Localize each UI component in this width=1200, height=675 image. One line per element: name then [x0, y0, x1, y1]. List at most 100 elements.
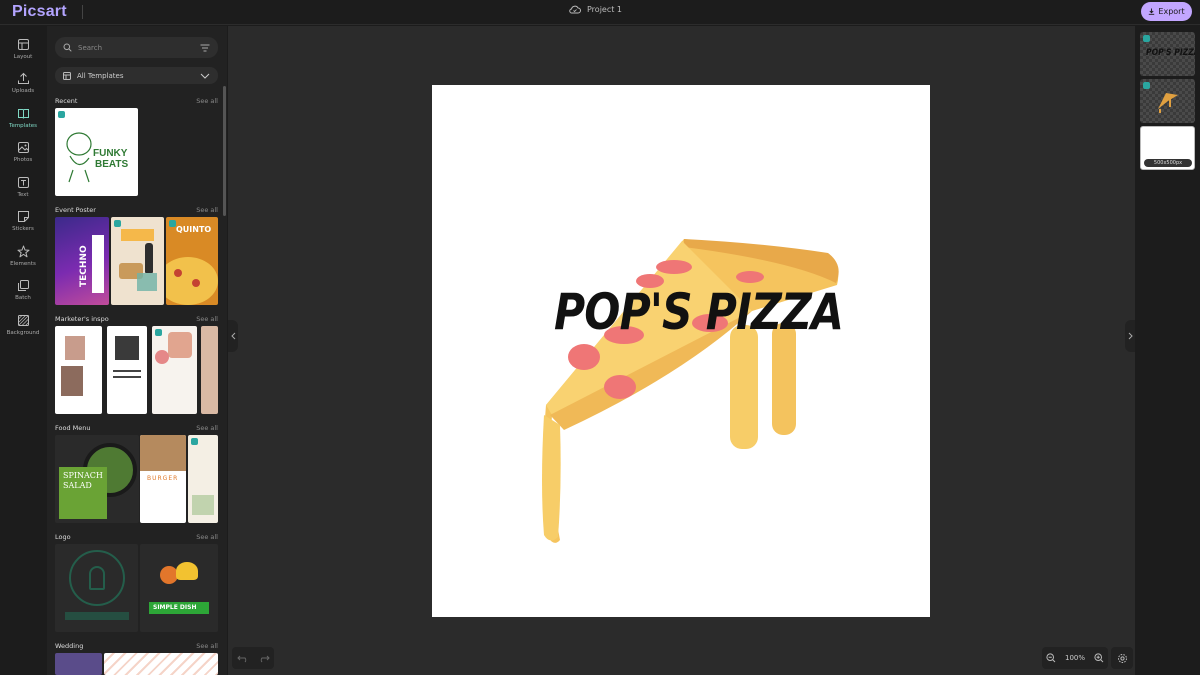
filter-icon[interactable] [200, 44, 210, 52]
layout-icon [17, 39, 29, 50]
section-event-poster-title: Event Poster [55, 206, 96, 214]
premium-badge-icon [114, 220, 121, 227]
premium-badge-icon [191, 438, 198, 445]
upload-icon [17, 72, 29, 84]
search-input[interactable]: Search [78, 44, 200, 52]
rail-templates[interactable]: Templates [0, 105, 46, 137]
template-green-logo[interactable] [55, 544, 138, 632]
template-marketing-2[interactable] [107, 326, 147, 414]
photo [65, 336, 85, 360]
layer-text[interactable]: POP'S PIZZA [1140, 32, 1195, 76]
see-all-recent[interactable]: See all [196, 97, 218, 105]
see-all-food-menu[interactable]: See all [196, 424, 218, 432]
chevron-down-icon [200, 73, 210, 79]
rail-elements[interactable]: Elements [0, 243, 46, 275]
zoom-in-icon[interactable] [1094, 653, 1104, 663]
see-all-wedding[interactable]: See all [196, 642, 218, 650]
background-icon [17, 315, 29, 326]
tool-rail: Layout Uploads Templates Photos Text Sti… [0, 26, 46, 675]
template-spinach-salad[interactable]: SPINACH SALAD [55, 435, 139, 523]
layer-text-preview: POP'S PIZZA [1146, 48, 1195, 58]
quinto-text: QUINTO [176, 225, 212, 234]
rail-label: Stickers [12, 226, 34, 232]
history-controls [232, 647, 274, 669]
canvas-settings-button[interactable] [1111, 647, 1133, 669]
rail-uploads[interactable]: Uploads [0, 70, 46, 102]
pizza-slice-graphic[interactable] [432, 85, 930, 617]
export-button[interactable]: Export [1141, 2, 1192, 21]
templates-icon [17, 109, 29, 119]
top-bar: Picsart Project 1 Export [0, 0, 1200, 25]
template-wedding-1[interactable] [55, 653, 102, 675]
template-quinto[interactable]: QUINTO [166, 217, 218, 305]
layers-panel: POP'S PIZZA 500x500px [1136, 26, 1200, 675]
photo [61, 366, 83, 396]
expand-layers-button[interactable] [1125, 320, 1135, 352]
zoom-level[interactable]: 100% [1065, 654, 1085, 662]
photos-icon [17, 142, 29, 153]
template-techno[interactable]: TECHNO [55, 217, 109, 305]
text-icon [17, 177, 29, 188]
logo-wordmark [65, 612, 129, 620]
template-marketing-1[interactable] [55, 326, 102, 414]
templates-icon [63, 71, 71, 80]
beats-text: BEATS [95, 159, 129, 170]
template-marketing-4[interactable] [201, 326, 218, 414]
section-wedding-title: Wedding [55, 642, 84, 650]
zoom-out-icon[interactable] [1046, 653, 1056, 663]
picsart-logo[interactable]: Picsart [12, 3, 67, 21]
rail-label: Batch [15, 295, 31, 301]
download-icon [1149, 8, 1155, 15]
rail-label: Layout [13, 54, 33, 60]
collapse-panel-button[interactable] [228, 320, 238, 352]
dish-shape [176, 562, 198, 580]
wine-banner [121, 229, 154, 241]
layer-background[interactable]: 500x500px [1140, 126, 1195, 170]
batch-icon [17, 280, 29, 291]
template-wedding-2[interactable] [104, 653, 218, 675]
chevron-left-icon [230, 332, 235, 340]
gear-icon [1117, 653, 1127, 663]
template-wine-poster[interactable] [111, 217, 164, 305]
rail-photos[interactable]: Photos [0, 139, 46, 171]
template-burger[interactable]: BURGER [140, 435, 186, 523]
premium-badge-icon [155, 329, 162, 336]
section-recent-title: Recent [55, 97, 78, 105]
project-title-area[interactable]: Project 1 [569, 5, 622, 14]
panel-scrollbar[interactable] [223, 86, 226, 216]
rail-label: Photos [13, 157, 33, 163]
decoration [155, 350, 169, 364]
simple-dish-text: SIMPLE DISH [153, 604, 197, 611]
layer-pizza-image[interactable] [1140, 79, 1195, 123]
cheese-board [137, 273, 157, 291]
redo-icon[interactable] [258, 654, 270, 663]
template-simple-dish[interactable]: SIMPLE DISH [140, 544, 218, 632]
rail-text[interactable]: Text [0, 174, 46, 206]
template-marketing-3[interactable] [152, 326, 197, 414]
see-all-logo[interactable]: See all [196, 533, 218, 541]
template-menu-3[interactable] [188, 435, 218, 523]
rail-stickers[interactable]: Stickers [0, 208, 46, 240]
cloud-icon [569, 5, 581, 14]
rail-label: Uploads [11, 88, 35, 94]
background-size-label: 500x500px [1144, 159, 1192, 167]
rail-layout[interactable]: Layout [0, 36, 46, 68]
category-dropdown[interactable]: All Templates [55, 67, 218, 84]
rail-label: Templates [9, 123, 37, 129]
pizza-headline[interactable]: POP'S PIZZA [554, 283, 844, 341]
rail-background[interactable]: Background [0, 312, 46, 344]
undo-icon[interactable] [236, 654, 249, 663]
pizza-thumbnail [1158, 93, 1178, 113]
template-funky-beats[interactable]: FUNKY BEATS [55, 108, 138, 196]
techno-text: TECHNO [79, 245, 89, 287]
rail-batch[interactable]: Batch [0, 277, 46, 309]
category-value: All Templates [77, 71, 124, 80]
see-all-marketers-inspo[interactable]: See all [196, 315, 218, 323]
rail-label: Elements [10, 261, 36, 267]
see-all-event-poster[interactable]: See all [196, 206, 218, 214]
pepperoni [192, 279, 200, 287]
artboard[interactable]: POP'S PIZZA [432, 85, 930, 617]
text-line [113, 376, 141, 378]
search-box[interactable]: Search [55, 37, 218, 58]
chevron-right-icon [1128, 332, 1133, 340]
